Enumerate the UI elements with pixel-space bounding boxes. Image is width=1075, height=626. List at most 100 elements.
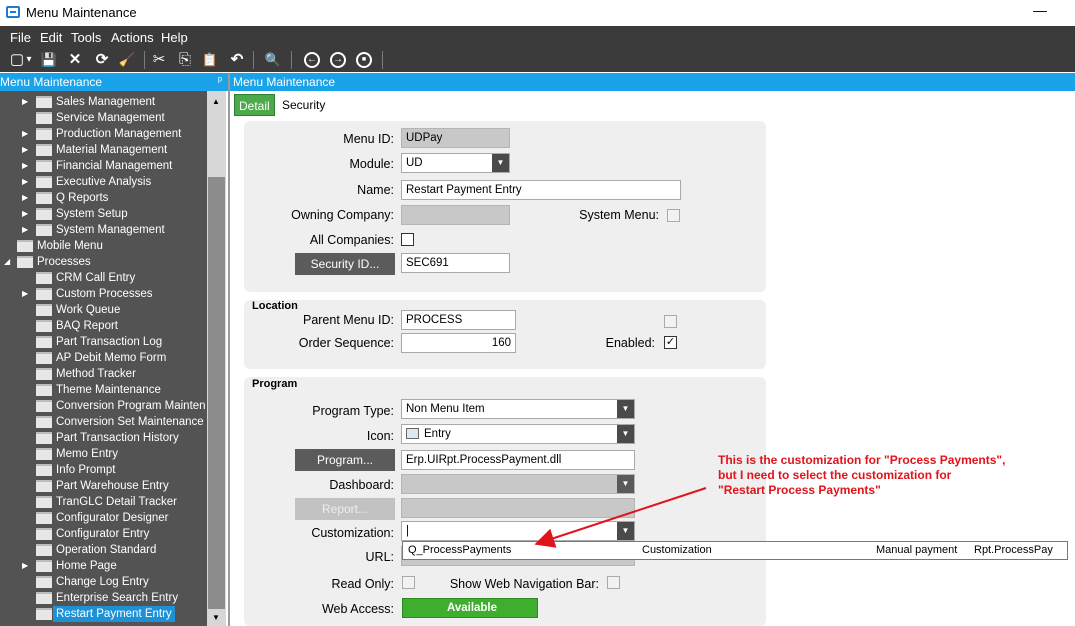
dropdown-item-description[interactable]: Manual payment [876,542,957,559]
chevron-down-icon[interactable]: ▼ [617,425,634,443]
program-type-select[interactable]: Non Menu Item ▼ [401,399,635,419]
minimize-button[interactable]: — [1030,2,1050,22]
tree-item[interactable]: Configurator Entry [0,526,207,542]
folder-icon [36,576,52,588]
expand-arrow-icon[interactable]: ▶ [22,190,32,206]
expand-arrow-icon[interactable]: ▶ [22,158,32,174]
menu-help[interactable]: Help [161,30,188,45]
security-id-button[interactable]: Security ID... [295,253,395,275]
tree-item[interactable]: ▶ System Setup [0,206,207,222]
expand-arrow-icon[interactable]: ▶ [22,94,32,110]
next-icon[interactable]: → [330,52,346,68]
parent-menu-field[interactable]: PROCESS [401,310,516,330]
expand-arrow-icon[interactable]: ▶ [22,558,32,574]
search-icon[interactable]: 🔍 [264,51,282,69]
expand-arrow-icon[interactable]: ▶ [22,286,32,302]
program-type-label: Program Type: [312,404,394,418]
all-companies-checkbox[interactable] [401,233,414,246]
refresh-icon[interactable]: ⟳ [93,51,111,69]
tree-item[interactable]: ▶ System Management [0,222,207,238]
menu-file[interactable]: File [10,30,31,45]
menu-actions[interactable]: Actions [111,30,154,45]
folder-icon [36,320,52,332]
tree-item[interactable]: Info Prompt [0,462,207,478]
program-field[interactable]: Erp.UIRpt.ProcessPayment.dll [401,450,635,470]
tree-item[interactable]: CRM Call Entry [0,270,207,286]
expand-arrow-icon[interactable]: ▶ [22,174,32,190]
annotation-line-1: This is the customization for "Process P… [718,453,1006,467]
tree-item[interactable]: ▶ Home Page [0,558,207,574]
tree-item[interactable]: ▶ Material Management [0,142,207,158]
scrollbar-thumb[interactable] [208,177,225,609]
tree-item[interactable]: ▶ Production Management [0,126,207,142]
tree-item[interactable]: Part Warehouse Entry [0,478,207,494]
menu-tools[interactable]: Tools [71,30,101,45]
security-id-field[interactable]: SEC691 [401,253,510,273]
tree-item[interactable]: BAQ Report [0,318,207,334]
tree-item[interactable]: Enterprise Search Entry [0,590,207,606]
icon-select[interactable]: Entry ▼ [401,424,635,444]
toolbar-separator [144,51,145,69]
name-field[interactable]: Restart Payment Entry [401,180,681,200]
dropdown-item-form[interactable]: Rpt.ProcessPay [974,542,1053,559]
delete-icon[interactable]: ✕ [66,51,84,69]
clear-icon[interactable]: 🧹 [118,51,136,69]
tree-item[interactable]: Conversion Set Maintenance [0,414,207,430]
tree-item[interactable]: Change Log Entry [0,574,207,590]
order-sequence-field[interactable]: 160 [401,333,516,353]
scroll-down-icon[interactable]: ▼ [212,613,220,622]
expand-arrow-icon[interactable]: ▶ [22,206,32,222]
tree-item[interactable]: TranGLC Detail Tracker [0,494,207,510]
chevron-down-icon[interactable]: ▼ [492,154,509,172]
tree-item[interactable]: Mobile Menu [0,238,207,254]
tree-item[interactable]: Configurator Designer [0,510,207,526]
tree-item[interactable]: Part Transaction Log [0,334,207,350]
expand-arrow-icon[interactable]: ◢ [4,254,14,270]
tree-item[interactable]: Memo Entry [0,446,207,462]
tree-item[interactable]: AP Debit Memo Form [0,350,207,366]
paste-icon[interactable]: 📋 [201,51,219,69]
folder-icon [36,416,52,428]
copy-icon[interactable]: ⎘ [176,51,194,69]
save-icon[interactable]: 💾 [40,51,58,69]
tree-item-label: Method Tracker [56,368,136,380]
tree-item[interactable]: Service Management [0,110,207,126]
tree-item[interactable]: ▶ Q Reports [0,190,207,206]
menu-id-field[interactable]: UDPay [401,128,510,148]
expand-arrow-icon[interactable]: ▶ [22,222,32,238]
tree-item[interactable]: Method Tracker [0,366,207,382]
tree-scrollbar[interactable]: ▲ ▼ [207,91,226,626]
program-button[interactable]: Program... [295,449,395,471]
menu-edit[interactable]: Edit [40,30,62,45]
tree-item[interactable]: Work Queue [0,302,207,318]
enabled-checkbox[interactable]: ✓ [664,336,677,349]
tree-item[interactable]: ▶ Financial Management [0,158,207,174]
stop-icon[interactable]: ■ [356,52,372,68]
tree-item[interactable]: Restart Payment Entry [0,606,207,622]
tree-item[interactable]: ▶ Custom Processes [0,286,207,302]
tree-item[interactable]: Part Transaction History [0,430,207,446]
undo-icon[interactable]: ↶ [228,51,246,69]
tab-security[interactable]: Security [278,94,329,116]
new-dropdown-icon[interactable]: ▾ [24,51,34,69]
expand-arrow-icon[interactable]: ▶ [22,142,32,158]
cut-icon[interactable]: ✂ [150,51,168,69]
folder-icon [36,512,52,524]
dropdown-item-name[interactable]: Q_ProcessPayments [408,542,511,559]
chevron-down-icon[interactable]: ▼ [617,400,634,418]
tree-item[interactable]: Theme Maintenance [0,382,207,398]
owning-company-field[interactable] [401,205,510,225]
entry-icon [406,428,419,439]
tab-detail[interactable]: Detail [234,94,275,116]
tree-item[interactable]: ▶ Executive Analysis [0,174,207,190]
tree-item[interactable]: ▶ Sales Management [0,94,207,110]
module-select[interactable]: UD ▼ [401,153,510,173]
tree-item[interactable]: Conversion Program Mainten [0,398,207,414]
previous-icon[interactable]: ← [304,52,320,68]
pin-icon[interactable]: ᵖ [218,75,222,87]
scroll-up-icon[interactable]: ▲ [212,97,220,106]
tree-item[interactable]: Operation Standard [0,542,207,558]
tree-item[interactable]: ◢ Processes [0,254,207,270]
red-annotation: This is the customization for "Process P… [718,453,1005,498]
expand-arrow-icon[interactable]: ▶ [22,126,32,142]
